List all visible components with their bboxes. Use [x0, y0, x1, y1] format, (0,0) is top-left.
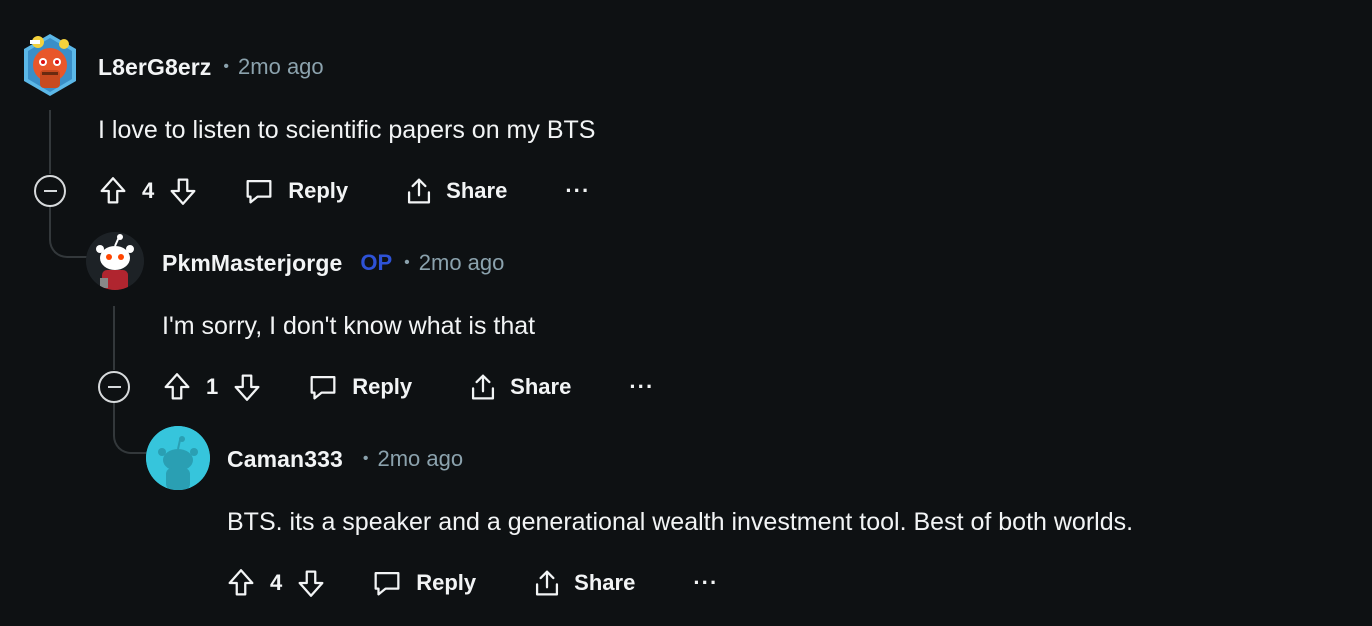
reply-button[interactable]: Reply [242, 174, 348, 208]
thread-connector [49, 206, 87, 258]
thread-connector [113, 402, 149, 454]
meta-separator: • [404, 254, 410, 271]
reply-button[interactable]: Reply [370, 566, 476, 600]
minus-icon [107, 386, 121, 388]
comment-body: I love to listen to scientific papers on… [98, 116, 596, 144]
user-avatar[interactable] [20, 32, 80, 98]
reply-label: Reply [288, 178, 349, 203]
upvote-icon [228, 569, 254, 596]
share-label: Share [446, 178, 508, 203]
thread-line[interactable] [113, 306, 115, 370]
timestamp[interactable]: 2mo ago [419, 250, 505, 276]
minus-icon [43, 190, 57, 192]
upvote-icon [164, 373, 190, 400]
author-name[interactable]: PkmMasterjorge [162, 250, 342, 277]
reply-label: Reply [352, 374, 413, 399]
collapse-button[interactable] [98, 371, 130, 403]
vote-score: 4 [142, 178, 155, 203]
author-name[interactable]: L8erG8erz [98, 54, 211, 81]
comment-actions: 4 Reply Share ··· [224, 563, 718, 603]
comment-body: I'm sorry, I don't know what is that [162, 312, 536, 340]
downvote-button[interactable] [230, 370, 264, 404]
vote-score: 1 [206, 374, 219, 399]
share-label: Share [574, 570, 636, 595]
downvote-button[interactable] [166, 174, 200, 208]
meta-separator: • [362, 450, 369, 467]
upvote-button[interactable] [96, 174, 130, 208]
reply-icon [310, 375, 336, 400]
upvote-button[interactable] [160, 370, 194, 404]
more-options-button[interactable]: ··· [629, 374, 654, 400]
comment-meta: PkmMasterjorge OP • 2mo ago [162, 248, 504, 278]
more-options-button[interactable]: ··· [693, 570, 718, 596]
reply-button[interactable]: Reply [306, 370, 412, 404]
share-icon [408, 178, 431, 204]
op-badge: OP [360, 250, 393, 275]
vote-score: 4 [270, 570, 283, 595]
share-icon [472, 374, 495, 400]
meta-separator: • [223, 58, 230, 75]
timestamp[interactable]: 2mo ago [377, 446, 463, 472]
comment-actions: 1 Reply Share ··· [160, 367, 654, 407]
reply-icon [246, 179, 272, 204]
share-button[interactable]: Share [466, 370, 571, 404]
upvote-button[interactable] [224, 566, 258, 600]
comment-actions: 4 Reply Share ··· [96, 171, 590, 211]
collapse-button[interactable] [34, 175, 66, 207]
share-button[interactable]: Share [530, 566, 635, 600]
reply-label: Reply [416, 570, 477, 595]
downvote-icon [298, 570, 324, 597]
author-name[interactable]: Caman333 [227, 446, 343, 473]
user-avatar[interactable] [146, 426, 210, 490]
comment-body: BTS. its a speaker and a generational we… [227, 508, 1134, 536]
user-avatar[interactable] [86, 232, 144, 290]
reply-icon [374, 571, 400, 596]
downvote-button[interactable] [294, 566, 328, 600]
comment-meta: Caman333 • 2mo ago [227, 444, 463, 474]
more-options-button[interactable]: ··· [565, 178, 590, 204]
thread-line[interactable] [49, 110, 51, 174]
comment-meta: L8erG8erz • 2mo ago [98, 52, 324, 82]
share-label: Share [510, 374, 572, 399]
downvote-icon [170, 178, 196, 205]
share-button[interactable]: Share [402, 174, 507, 208]
timestamp[interactable]: 2mo ago [238, 54, 324, 80]
share-icon [536, 570, 559, 596]
downvote-icon [234, 374, 260, 401]
upvote-icon [100, 177, 126, 204]
comment-thread: L8erG8erz • 2mo ago I love to listen to … [0, 0, 1372, 626]
